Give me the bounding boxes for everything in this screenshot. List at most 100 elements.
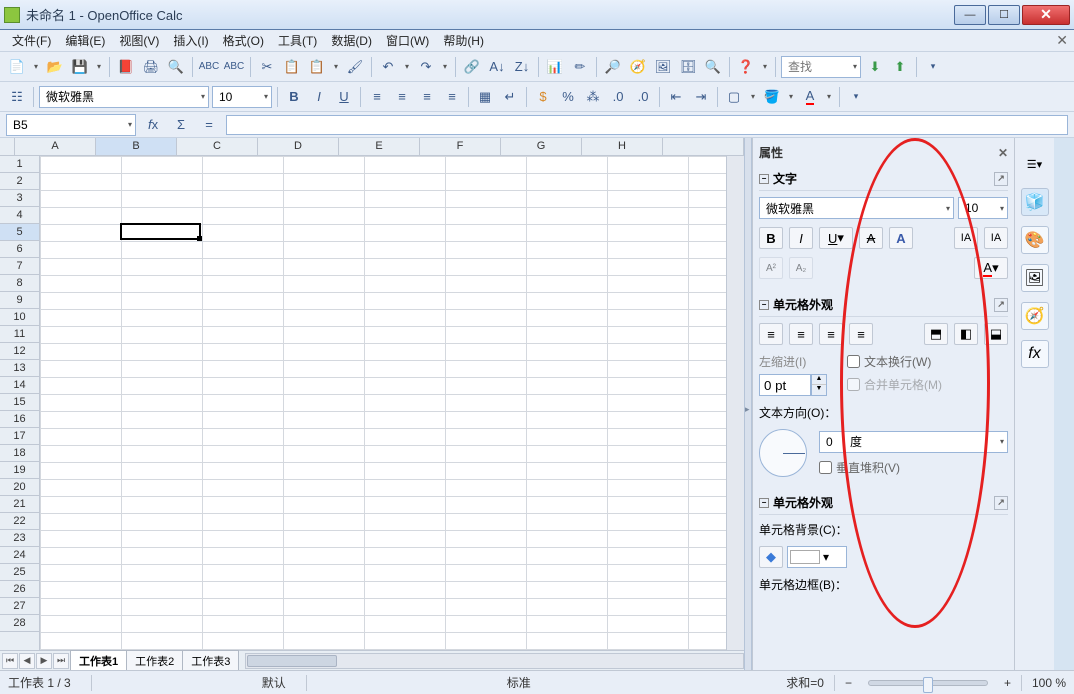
sort-desc-icon[interactable]: Z↓ — [511, 56, 533, 78]
paste-dropdown[interactable]: ▾ — [331, 62, 341, 71]
sheet-tab[interactable]: 工作表3 — [182, 650, 239, 671]
cell-grid[interactable] — [40, 156, 726, 650]
undo-dropdown[interactable]: ▾ — [402, 62, 412, 71]
dropdown-icon[interactable]: ▾ — [823, 550, 829, 564]
active-cell[interactable] — [120, 223, 201, 240]
angle-combo[interactable]: 度 ▾ — [819, 431, 1008, 453]
dropdown-icon[interactable]: ▾ — [264, 92, 268, 101]
align-center-icon[interactable]: ≡ — [391, 86, 413, 108]
row-header[interactable]: 7 — [0, 258, 39, 275]
tab-next-icon[interactable]: ▶ — [36, 653, 52, 669]
bg-color-icon[interactable]: 🪣 — [761, 86, 783, 108]
search-down-icon[interactable]: ⬇ — [864, 56, 886, 78]
valign-top-icon[interactable]: ⬒ — [924, 323, 948, 345]
section-more-icon[interactable]: ↗ — [994, 496, 1008, 510]
print-preview-icon[interactable]: 🔍 — [165, 56, 187, 78]
collapse-icon[interactable]: − — [759, 174, 769, 184]
row-header[interactable]: 23 — [0, 530, 39, 547]
search-input[interactable] — [788, 60, 849, 74]
dropdown-icon[interactable]: ▾ — [201, 92, 205, 101]
paste-icon[interactable]: 📋 — [306, 56, 328, 78]
show-draw-icon[interactable]: ✏ — [569, 56, 591, 78]
properties-pane-icon[interactable]: 🧊 — [1021, 188, 1049, 216]
decrease-indent-icon[interactable]: ⇤ — [665, 86, 687, 108]
row-header[interactable]: 19 — [0, 462, 39, 479]
row-header[interactable]: 16 — [0, 411, 39, 428]
align-justify-icon[interactable]: ≡ — [849, 323, 873, 345]
zoom-out-icon[interactable]: − — [845, 676, 852, 690]
open-icon[interactable]: 📂 — [44, 56, 66, 78]
prop-font-size-input[interactable] — [965, 201, 996, 215]
row-header[interactable]: 8 — [0, 275, 39, 292]
formula-input[interactable] — [226, 115, 1068, 135]
row-header[interactable]: 12 — [0, 343, 39, 360]
align-justify-icon[interactable]: ≡ — [441, 86, 463, 108]
bg-color-combo[interactable]: ▾ — [787, 546, 847, 568]
row-header[interactable]: 22 — [0, 513, 39, 530]
increase-indent-icon[interactable]: ⇥ — [690, 86, 712, 108]
search-dropdown-icon[interactable]: ▾ — [853, 62, 857, 71]
column-header[interactable]: G — [501, 138, 582, 155]
horizontal-scrollbar[interactable] — [245, 653, 744, 669]
menu-insert[interactable]: 插入(I) — [167, 30, 214, 51]
font-color-icon[interactable]: A — [799, 86, 821, 108]
align-left-icon[interactable]: ≡ — [366, 86, 388, 108]
merge-checkbox[interactable]: 合并单元格(M) — [847, 376, 942, 393]
cut-icon[interactable]: ✂ — [256, 56, 278, 78]
equals-icon[interactable]: = — [198, 114, 220, 136]
row-header[interactable]: 5 — [0, 224, 39, 241]
menu-tools[interactable]: 工具(T) — [272, 30, 323, 51]
font-size-combo[interactable]: ▾ — [212, 86, 272, 108]
new-dropdown[interactable]: ▾ — [31, 62, 41, 71]
row-header[interactable]: 9 — [0, 292, 39, 309]
prop-grow-font-icon[interactable]: IA — [954, 227, 978, 249]
collapse-icon[interactable]: − — [759, 300, 769, 310]
styles-icon[interactable]: ☷ — [6, 86, 28, 108]
row-header[interactable]: 4 — [0, 207, 39, 224]
name-box[interactable]: ▾ — [6, 114, 136, 136]
redo-dropdown[interactable]: ▾ — [440, 62, 450, 71]
save-icon[interactable]: 💾 — [69, 56, 91, 78]
sidebar-menu-icon[interactable]: ☰▾ — [1021, 150, 1049, 178]
row-header[interactable]: 14 — [0, 377, 39, 394]
bg-color-dropdown[interactable]: ▾ — [786, 92, 796, 101]
collapse-icon[interactable]: − — [759, 498, 769, 508]
help-dropdown[interactable]: ▾ — [760, 62, 770, 71]
row-header[interactable]: 15 — [0, 394, 39, 411]
row-header[interactable]: 20 — [0, 479, 39, 496]
datasource-icon[interactable]: 🗄 — [677, 56, 699, 78]
align-right-icon[interactable]: ≡ — [416, 86, 438, 108]
dropdown-icon[interactable]: ▾ — [946, 204, 950, 213]
row-header[interactable]: 18 — [0, 445, 39, 462]
help-icon[interactable]: ❓ — [735, 56, 757, 78]
find-icon[interactable]: 🔎 — [602, 56, 624, 78]
column-header[interactable]: H — [582, 138, 663, 155]
align-right-icon[interactable]: ≡ — [819, 323, 843, 345]
prop-shadow-icon[interactable]: A — [889, 227, 913, 249]
prop-superscript-icon[interactable]: A² — [759, 257, 783, 279]
font-size-input[interactable] — [219, 90, 260, 104]
prop-italic-icon[interactable]: I — [789, 227, 813, 249]
font-name-input[interactable] — [46, 90, 197, 104]
maximize-button[interactable]: ☐ — [988, 5, 1020, 25]
splitter[interactable] — [744, 138, 752, 670]
wrap-checkbox[interactable]: 文本换行(W) — [847, 353, 942, 370]
prop-shrink-font-icon[interactable]: IA — [984, 227, 1008, 249]
zoom-value[interactable]: 100 % — [1032, 676, 1066, 690]
gallery-pane-icon[interactable]: 🖼 — [1021, 264, 1049, 292]
chart-icon[interactable]: 📊 — [544, 56, 566, 78]
column-header[interactable] — [663, 138, 744, 155]
zoom-in-icon[interactable]: + — [1004, 676, 1011, 690]
borders-icon[interactable]: ▢ — [723, 86, 745, 108]
print-icon[interactable]: 🖨 — [140, 56, 162, 78]
currency-icon[interactable]: $ — [532, 86, 554, 108]
underline-icon[interactable]: U — [333, 86, 355, 108]
insert-mode[interactable]: 标准 — [507, 674, 531, 691]
row-header[interactable]: 11 — [0, 326, 39, 343]
prop-font-name-input[interactable] — [766, 201, 942, 215]
number-format-icon[interactable]: ⁂ — [582, 86, 604, 108]
row-header[interactable]: 10 — [0, 309, 39, 326]
row-header[interactable]: 21 — [0, 496, 39, 513]
rotation-dial[interactable] — [759, 429, 807, 477]
scrollbar-thumb[interactable] — [247, 655, 337, 667]
